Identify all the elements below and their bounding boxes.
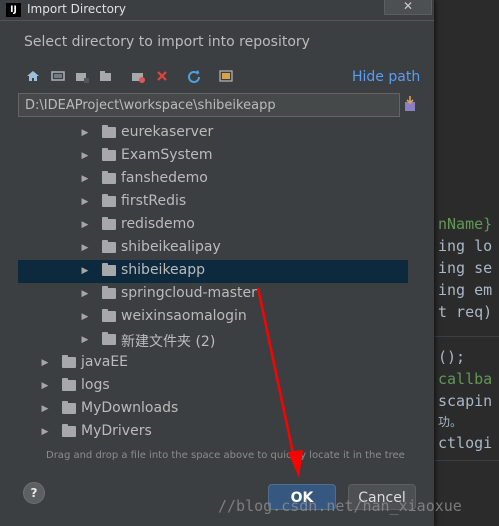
editor-line: scapin xyxy=(438,392,493,410)
tree-row-label: shibeikealipay xyxy=(121,239,221,255)
tree-row-label: MyDrivers xyxy=(81,423,152,439)
refresh-icon[interactable] xyxy=(186,68,202,84)
project-folder-icon[interactable] xyxy=(74,68,90,84)
editor-line: callba xyxy=(438,370,493,388)
module-folder-icon[interactable] xyxy=(98,68,114,84)
tree-row-label: weixinsaomalogin xyxy=(121,308,247,324)
folder-icon xyxy=(102,217,116,230)
folder-icon xyxy=(102,263,116,276)
tree-row-label: eurekaserver xyxy=(121,124,214,140)
folder-icon xyxy=(102,171,116,184)
help-button[interactable]: ? xyxy=(23,482,45,504)
tree-row[interactable]: ▶ 新建文件夹 (2) xyxy=(18,329,408,352)
editor-line: ctlogi xyxy=(438,434,493,452)
tree-row[interactable]: ▶ shibeikeapp xyxy=(18,260,408,283)
folder-icon xyxy=(62,424,76,437)
tree-row-label: fanshedemo xyxy=(121,170,208,186)
title-bar: IJ Import Directory ✕ xyxy=(0,0,434,21)
tree-row[interactable]: ▶ MyDrivers xyxy=(18,421,408,444)
expand-arrow-icon[interactable]: ▶ xyxy=(80,333,90,347)
folder-icon xyxy=(102,332,116,345)
watermark: //blog.csdn.net/han_xiaoxue xyxy=(218,497,462,515)
folder-icon xyxy=(62,401,76,414)
tree-row[interactable]: ▶ springcloud-master xyxy=(18,283,408,306)
folder-icon xyxy=(102,309,116,322)
tree-row[interactable]: ▶ javaEE xyxy=(18,352,408,375)
expand-arrow-icon[interactable]: ▶ xyxy=(80,172,90,186)
expand-arrow-icon[interactable]: ▶ xyxy=(40,379,50,393)
folder-icon xyxy=(102,194,116,207)
import-directory-dialog: IJ Import Directory ✕ Select directory t… xyxy=(0,0,434,526)
close-button[interactable]: ✕ xyxy=(384,0,432,15)
expand-arrow-icon[interactable]: ▶ xyxy=(80,264,90,278)
folder-icon xyxy=(102,148,116,161)
expand-arrow-icon[interactable]: ▶ xyxy=(40,402,50,416)
tree-row-label: springcloud-master xyxy=(121,285,257,301)
desktop-icon[interactable] xyxy=(50,68,66,84)
expand-arrow-icon[interactable]: ▶ xyxy=(80,287,90,301)
editor-line: ing em xyxy=(438,281,493,299)
tree-row[interactable]: ▶ logs xyxy=(18,375,408,398)
editor-separator xyxy=(432,460,499,461)
tree-row-label: javaEE xyxy=(81,354,129,370)
tree-row[interactable]: ▶ MyDownloads xyxy=(18,398,408,421)
editor-line: t req) xyxy=(438,303,493,321)
tree-row[interactable]: ▶ shibeikealipay xyxy=(18,237,408,260)
expand-arrow-icon[interactable]: ▶ xyxy=(80,126,90,140)
editor-line: ing se xyxy=(438,259,493,277)
tree-row-label: firstRedis xyxy=(121,193,187,209)
folder-icon xyxy=(102,240,116,253)
delete-icon[interactable] xyxy=(154,68,170,84)
tree-row[interactable]: ▶ weixinsaomalogin xyxy=(18,306,408,329)
expand-arrow-icon[interactable]: ▶ xyxy=(80,195,90,209)
new-folder-icon[interactable] xyxy=(130,68,146,84)
editor-line: ing lo xyxy=(438,237,493,255)
editor-line: 功。 xyxy=(438,415,463,429)
show-hidden-icon[interactable] xyxy=(218,68,234,84)
tree-row-label: 新建文件夹 (2) xyxy=(121,334,216,350)
tree-row-label: shibeikeapp xyxy=(121,262,206,278)
tree-row[interactable]: ▶ eurekaserver xyxy=(18,122,408,145)
folder-icon xyxy=(102,125,116,138)
tree-row[interactable]: ▶ redisdemo xyxy=(18,214,408,237)
intellij-logo-icon: IJ xyxy=(6,3,21,17)
path-history-icon[interactable] xyxy=(403,96,417,112)
directory-tree[interactable]: ▶ eurekaserver ▶ ExamSystem ▶ fanshedemo ▶ firs… xyxy=(18,119,418,449)
editor-line: nName} xyxy=(438,215,493,233)
editor-separator xyxy=(432,336,499,337)
folder-icon xyxy=(62,355,76,368)
tree-row[interactable]: ▶ ExamSystem xyxy=(18,145,408,168)
expand-arrow-icon[interactable]: ▶ xyxy=(40,425,50,439)
background-editor: nName} ing lo ing se ing em t req) (); c… xyxy=(432,0,499,526)
home-icon[interactable] xyxy=(25,68,41,84)
tree-row[interactable]: ▶ firstRedis xyxy=(18,191,408,214)
folder-icon xyxy=(62,378,76,391)
tree-row-label: MyDownloads xyxy=(81,400,179,416)
folder-icon xyxy=(102,286,116,299)
tree-row-label: ExamSystem xyxy=(121,147,213,163)
drag-drop-hint: Drag and drop a file into the space abov… xyxy=(46,450,405,461)
dialog-title: Import Directory xyxy=(27,2,126,16)
path-input[interactable] xyxy=(19,94,399,116)
expand-arrow-icon[interactable]: ▶ xyxy=(80,218,90,232)
tree-row[interactable]: ▶ fanshedemo xyxy=(18,168,408,191)
path-field[interactable] xyxy=(18,93,400,117)
expand-arrow-icon[interactable]: ▶ xyxy=(40,356,50,370)
expand-arrow-icon[interactable]: ▶ xyxy=(80,149,90,163)
editor-line: (); xyxy=(438,348,466,366)
tree-row-label: redisdemo xyxy=(121,216,195,232)
expand-arrow-icon[interactable]: ▶ xyxy=(80,310,90,324)
hide-path-link[interactable]: Hide path xyxy=(352,69,420,85)
dialog-description: Select directory to import into reposito… xyxy=(24,34,310,50)
expand-arrow-icon[interactable]: ▶ xyxy=(80,241,90,255)
tree-row-label: logs xyxy=(81,377,110,393)
